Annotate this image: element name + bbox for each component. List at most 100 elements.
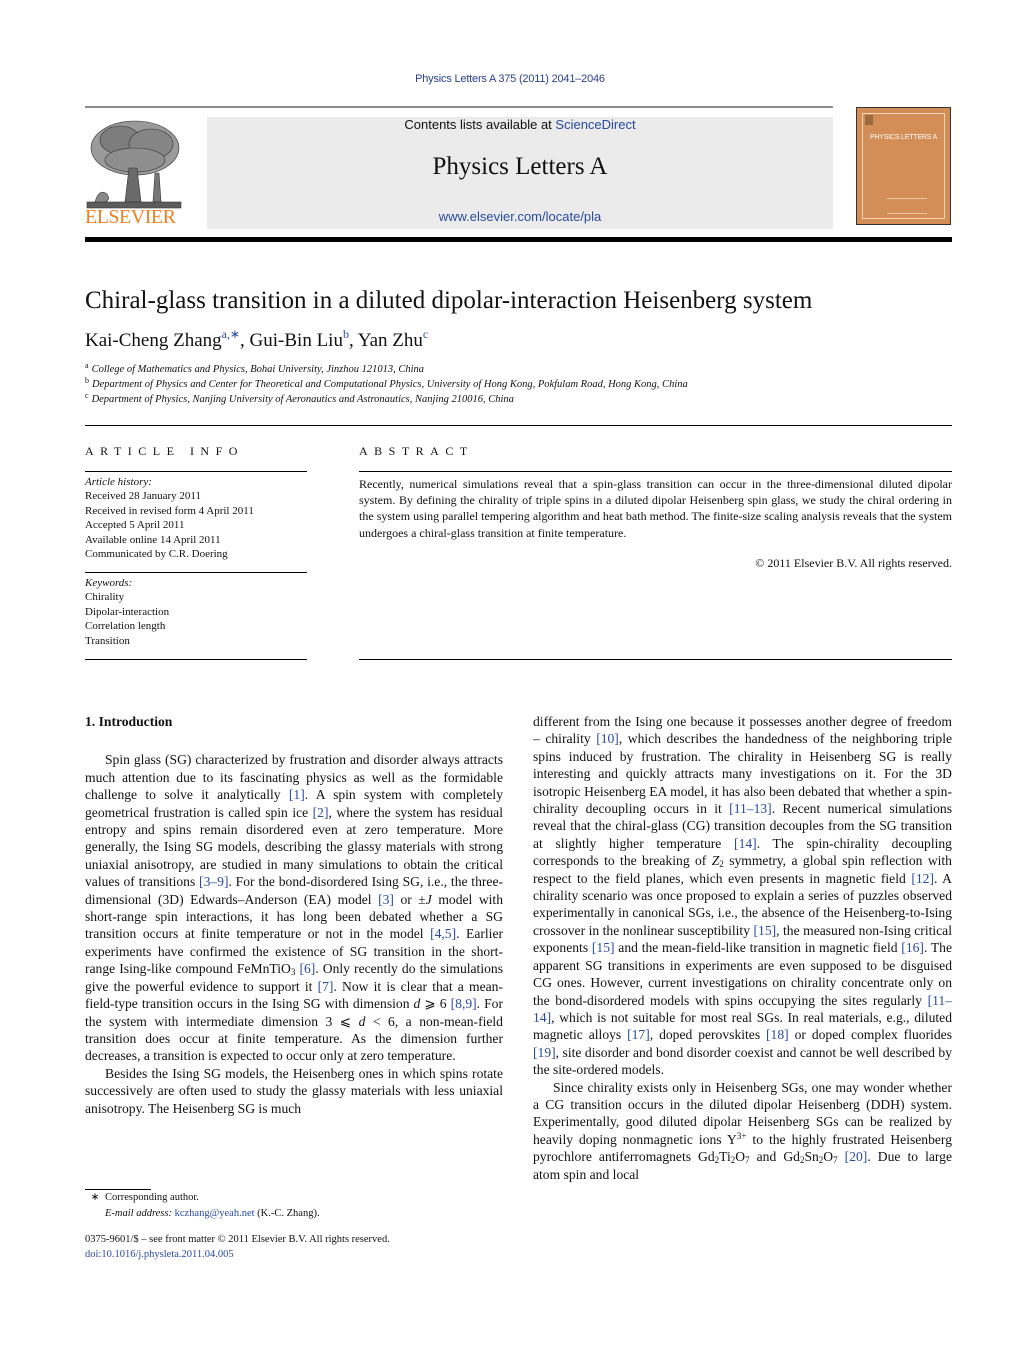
math-symbol: d <box>358 1013 366 1029</box>
email-label: E-mail address: <box>105 1208 172 1219</box>
corresponding-author-note: Corresponding author. <box>105 1192 199 1203</box>
affiliation-text: Department of Physics, Nanjing Universit… <box>91 394 514 405</box>
contents-prefix: Contents lists available at <box>404 117 556 132</box>
citation-link[interactable]: [14] <box>734 836 757 851</box>
footnote: ∗ Corresponding author. E-mail address: k… <box>85 1189 505 1222</box>
author-list: Kai-Cheng Zhanga,∗, Gui-Bin Liub, Yan Zh… <box>85 327 428 352</box>
body-paragraph: Besides the Ising SG models, the Heisenb… <box>85 1065 503 1116</box>
citation-link[interactable]: [4,5] <box>430 926 456 941</box>
affiliation-mark: a <box>85 361 89 370</box>
article-title: Chiral-glass transition in a diluted dip… <box>85 287 813 314</box>
author-name[interactable]: Gui-Bin Liu <box>250 330 343 351</box>
contents-availability: Contents lists available at ScienceDirec… <box>207 117 833 132</box>
author-name[interactable]: Yan Zhu <box>358 330 423 351</box>
elsevier-wordmark: ELSEVIER <box>85 206 176 228</box>
citation-link[interactable]: [18] <box>766 1027 789 1042</box>
keywords: Keywords: Chirality Dipolar-interaction … <box>85 576 169 648</box>
math-symbol: d <box>413 996 421 1012</box>
cover-logo-icon <box>865 115 873 125</box>
abstract-heading: ABSTRACT <box>359 444 474 458</box>
subscript: 7 <box>745 1155 750 1166</box>
history-item: Communicated by C.R. Doering <box>85 548 228 561</box>
keywords-label: Keywords: <box>85 577 133 589</box>
subscript: 2 <box>730 1155 736 1166</box>
sciencedirect-link[interactable]: ScienceDirect <box>555 117 635 132</box>
abstract-text: Recently, numerical simulations reveal t… <box>359 477 952 540</box>
affiliation: c Department of Physics, Nanjing Universi… <box>85 391 514 406</box>
header-thick-rule <box>85 237 952 242</box>
subscript: 2 <box>714 1155 720 1166</box>
affiliation-mark: b <box>85 376 89 385</box>
abstract-copyright: © 2011 Elsevier B.V. All rights reserved… <box>755 556 952 570</box>
history-item: Available online 14 April 2011 <box>85 533 221 546</box>
doi-link[interactable]: doi:10.1016/j.physleta.2011.04.005 <box>85 1247 390 1262</box>
citation-link[interactable]: [2] <box>313 805 329 820</box>
citation-link[interactable]: [19] <box>533 1045 556 1060</box>
citation-link[interactable]: [10] <box>596 731 619 746</box>
front-matter-text: 0375-9601/$ – see front matter © 2011 El… <box>85 1234 390 1245</box>
left-column-text: Spin glass (SG) characterized by frustra… <box>85 751 503 1117</box>
citation-link[interactable]: [1] <box>289 787 305 802</box>
citation-link[interactable]: [17] <box>627 1027 650 1042</box>
body-paragraph: Spin glass (SG) characterized by frustra… <box>85 752 504 1064</box>
affiliation-mark: c <box>85 391 89 400</box>
journal-url-link[interactable]: www.elsevier.com/locate/pla <box>207 209 833 224</box>
author-separator: , <box>348 330 358 351</box>
citation-link[interactable]: [8,9] <box>451 996 477 1011</box>
subscript: 7 <box>833 1155 838 1166</box>
history-label: Article history: <box>85 476 152 488</box>
divider <box>85 471 307 472</box>
article-history: Article history: Received 28 January 201… <box>85 475 254 561</box>
superscript: 3+ <box>736 1130 747 1141</box>
elsevier-logo[interactable]: ELSEVIER <box>85 114 185 229</box>
citation-link[interactable]: [16] <box>901 940 924 955</box>
history-item: Accepted 5 April 2011 <box>85 519 185 532</box>
cover-text-lines <box>887 198 927 214</box>
author-affiliation-marks[interactable]: a,∗ <box>222 327 240 341</box>
citation-link[interactable]: [15] <box>754 923 777 938</box>
email-link[interactable]: kczhang@yeah.net <box>175 1208 255 1219</box>
history-item: Received in revised form 4 April 2011 <box>85 504 254 517</box>
affiliation-text: College of Mathematics and Physics, Boha… <box>91 364 425 375</box>
front-matter: 0375-9601/$ – see front matter © 2011 El… <box>85 1232 390 1262</box>
citation-link[interactable]: [20] <box>845 1149 868 1164</box>
subscript: 3 <box>290 967 296 978</box>
journal-cover-thumbnail[interactable]: PHYSICS LETTERS A <box>856 107 951 225</box>
journal-reference-link[interactable]: Physics Letters A 375 (2011) 2041–2046 <box>0 73 1020 85</box>
keyword: Transition <box>85 634 130 647</box>
body-paragraph: different from the Ising one because it … <box>533 714 953 1078</box>
citation-link[interactable]: [6] <box>299 961 315 976</box>
email-suffix: (K.-C. Zhang). <box>254 1208 320 1219</box>
cover-title: PHYSICS LETTERS A <box>869 134 937 141</box>
divider <box>85 572 307 573</box>
citation-link[interactable]: [3–9] <box>199 874 228 889</box>
body-column-left: 1. Introduction Spin glass (SG) characte… <box>85 713 503 1117</box>
citation-link[interactable]: [11–14] <box>533 993 952 1025</box>
elsevier-tree-icon <box>86 120 182 209</box>
citation-link[interactable]: [15] <box>592 940 615 955</box>
divider <box>359 471 952 472</box>
body-paragraph: Since chirality exists only in Heisenber… <box>533 1079 952 1182</box>
divider <box>359 659 952 660</box>
body-column-right: different from the Ising one because it … <box>533 713 952 1183</box>
citation-link[interactable]: [3] <box>378 892 394 907</box>
citation-link[interactable]: [7] <box>318 979 334 994</box>
affiliation: b Department of Physics and Center for Th… <box>85 376 688 391</box>
history-item: Received 28 January 2011 <box>85 490 201 503</box>
keyword: Chirality <box>85 591 125 604</box>
section-heading: 1. Introduction <box>85 714 173 729</box>
affiliation-text: Department of Physics and Center for The… <box>92 379 688 390</box>
subscript: 2 <box>799 1155 805 1166</box>
journal-banner: Contents lists available at ScienceDirec… <box>207 117 833 229</box>
right-column-text: different from the Ising one because it … <box>533 713 952 1183</box>
article-info-heading: ARTICLE INFO <box>85 444 244 458</box>
subscript: 2 <box>719 859 724 870</box>
math-symbol: J <box>425 891 432 907</box>
header-rule <box>85 106 833 108</box>
citation-link[interactable]: [12] <box>911 871 934 886</box>
author-affiliation-marks[interactable]: c <box>423 327 428 341</box>
citation-link[interactable]: [11–13] <box>729 801 772 816</box>
keyword: Correlation length <box>85 620 166 633</box>
author-name[interactable]: Kai-Cheng Zhang <box>85 330 222 351</box>
affiliation-rule <box>85 425 952 426</box>
